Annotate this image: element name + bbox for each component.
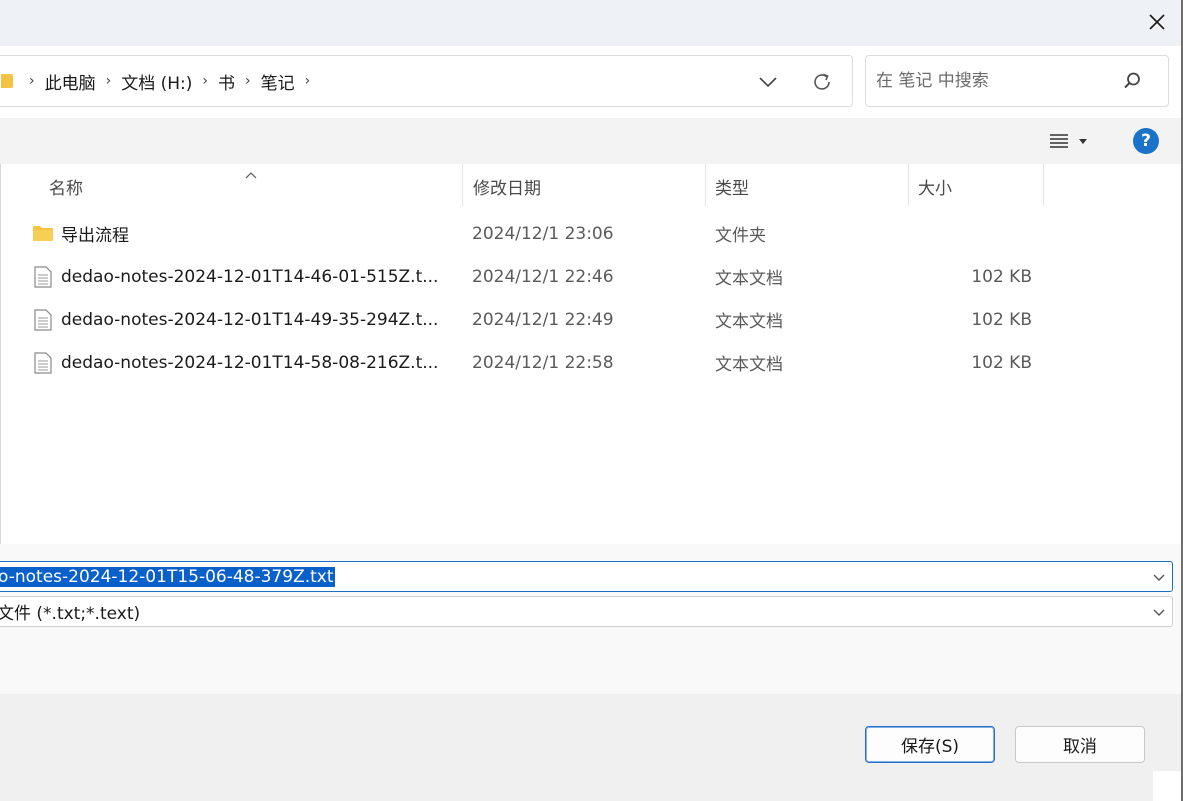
help-button[interactable]: ? [1133,128,1159,154]
address-history-dropdown[interactable] [752,68,784,96]
text-file-icon [31,255,55,298]
file-date: 2024/12/1 22:46 [472,266,614,287]
chevron-right-icon[interactable]: › [245,73,251,89]
file-name: dedao-notes-2024-12-01T14-46-01-515Z.t..… [61,266,439,287]
chevron-down-icon [1153,574,1165,581]
search-box[interactable] [865,55,1169,107]
folder-icon [1,74,13,88]
resize-grip[interactable] [1153,771,1183,801]
column-header-type[interactable]: 类型 [715,164,749,208]
search-button[interactable] [1122,71,1142,96]
refresh-icon [814,73,830,90]
close-button[interactable] [1139,4,1175,40]
search-input[interactable] [876,71,1116,91]
chevron-down-icon [759,77,777,87]
sort-ascending-icon [245,164,257,184]
text-file-icon [31,298,55,341]
filetype-select[interactable]: 文件 (*.txt;*.text) [0,596,1173,627]
folder-icon [31,212,55,255]
file-row-folder[interactable]: 导出流程 2024/12/1 23:06 文件夹 [1,212,1183,255]
column-divider[interactable] [1043,164,1044,206]
file-size [911,212,1032,255]
chevron-right-icon[interactable]: › [202,73,208,89]
chevron-down-icon [1153,609,1165,616]
filetype-dropdown-button[interactable] [1152,604,1166,624]
save-button[interactable]: 保存(S) [865,726,995,763]
caret-down-icon [1079,138,1087,144]
dialog-footer: 保存(S) 取消 [0,694,1183,801]
title-bar [0,0,1183,46]
file-type: 文本文档 [715,312,783,332]
cancel-button[interactable]: 取消 [1015,726,1145,763]
filetype-value: 文件 (*.txt;*.text) [0,604,141,624]
file-row[interactable]: dedao-notes-2024-12-01T14-58-08-216Z.t..… [1,341,1183,384]
column-divider[interactable] [705,164,706,206]
list-view-icon [1050,134,1068,148]
file-type: 文件夹 [715,226,766,246]
file-size: 102 KB [971,266,1032,287]
column-header-date[interactable]: 修改日期 [473,164,541,208]
text-file-icon [31,341,55,384]
refresh-button[interactable] [807,68,837,96]
file-type: 文本文档 [715,269,783,289]
breadcrumb-item-notes[interactable]: 笔记 [261,69,295,94]
file-name: 导出流程 [61,226,129,246]
search-icon [1124,72,1140,89]
file-date: 2024/12/1 23:06 [472,223,614,244]
file-size: 102 KB [971,309,1032,330]
column-divider[interactable] [462,164,463,206]
filename-dropdown-button[interactable] [1152,569,1166,589]
column-header-name[interactable]: 名称 [49,164,83,208]
chevron-right-icon[interactable]: › [305,73,311,89]
filename-value[interactable]: o-notes-2024-12-01T15-06-48-379Z.txt [0,566,335,587]
view-options-button[interactable] [1040,126,1096,156]
column-divider[interactable] [908,164,909,206]
filename-input[interactable]: o-notes-2024-12-01T15-06-48-379Z.txt [0,561,1173,592]
breadcrumb-item-this-pc[interactable]: 此电脑 [45,69,96,94]
file-date: 2024/12/1 22:58 [472,352,614,373]
close-icon [1149,14,1165,30]
breadcrumb[interactable]: › 此电脑 › 文档 (H:) › 书 › 笔记 › [0,55,853,107]
toolbar: ? [0,118,1183,164]
breadcrumb-item-books[interactable]: 书 [218,69,235,94]
address-bar: › 此电脑 › 文档 (H:) › 书 › 笔记 › [0,46,1183,118]
chevron-right-icon[interactable]: › [29,73,35,89]
save-options-panel: o-notes-2024-12-01T15-06-48-379Z.txt 文件 … [0,544,1183,694]
file-date: 2024/12/1 22:49 [472,309,614,330]
file-name: dedao-notes-2024-12-01T14-49-35-294Z.t..… [61,309,439,330]
column-header-size[interactable]: 大小 [918,164,952,208]
file-size: 102 KB [971,352,1032,373]
file-type: 文本文档 [715,355,783,375]
file-row[interactable]: dedao-notes-2024-12-01T14-46-01-515Z.t..… [1,255,1183,298]
file-row[interactable]: dedao-notes-2024-12-01T14-49-35-294Z.t..… [1,298,1183,341]
file-name: dedao-notes-2024-12-01T14-58-08-216Z.t..… [61,352,439,373]
file-list: 名称 修改日期 类型 大小 导出流程 2024/12/1 23:06 文件夹 d… [0,164,1183,544]
chevron-right-icon[interactable]: › [106,73,112,89]
breadcrumb-item-documents-h[interactable]: 文档 (H:) [121,69,192,94]
